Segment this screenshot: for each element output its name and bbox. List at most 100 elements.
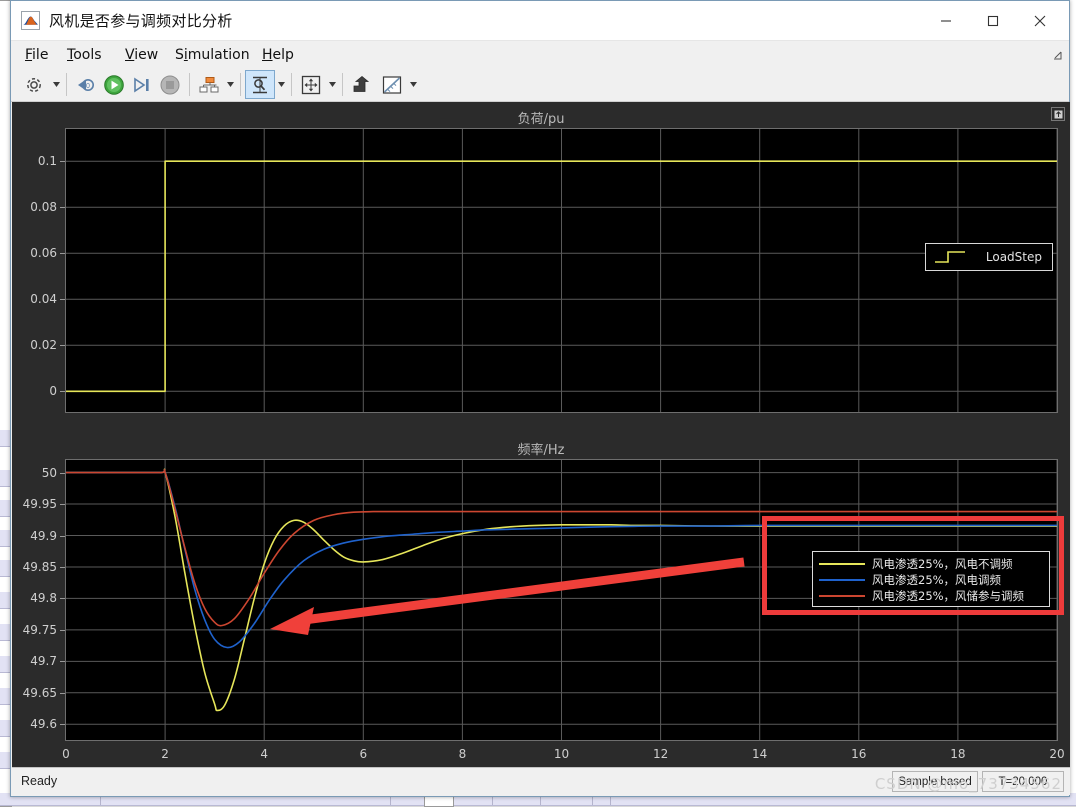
y-tick-mark xyxy=(60,253,65,255)
menu-item-view[interactable]: View xyxy=(119,45,164,65)
matlab-scope-icon xyxy=(21,11,40,30)
menu-bar: File Tools View Simulation Help xyxy=(11,41,1069,67)
x-tick-label: 18 xyxy=(950,747,966,761)
svg-text:0: 0 xyxy=(86,83,90,90)
measurement-ruler-icon[interactable] xyxy=(378,71,406,98)
title-bar: 风机是否参与调频对比分析 xyxy=(11,1,1069,41)
y-tick-label: 0.08 xyxy=(30,200,57,215)
toolbar-separator xyxy=(189,73,190,96)
x-tick-label: 12 xyxy=(652,747,669,761)
background-row xyxy=(0,752,10,769)
maximize-button[interactable] xyxy=(970,1,1016,41)
x-tick-label: 8 xyxy=(458,747,467,761)
y-tick-mark xyxy=(60,598,65,600)
minimize-button[interactable] xyxy=(923,1,969,41)
menu-item-tools-label: ools xyxy=(73,47,102,63)
y-tick-label: 49.75 xyxy=(22,622,57,637)
x-tick-label: 14 xyxy=(752,747,768,761)
x-tick-label: 16 xyxy=(851,747,867,761)
y-tick-label: 0.1 xyxy=(37,154,57,169)
y-tick-mark xyxy=(60,629,65,631)
toolbar: 0 xyxy=(11,67,1069,102)
menu-item-file[interactable]: File xyxy=(19,45,54,65)
step-forward-icon[interactable] xyxy=(128,71,156,98)
fit-to-view-icon[interactable] xyxy=(297,71,325,98)
zoom-in-icon[interactable] xyxy=(245,70,275,99)
y-tick-label: 49.95 xyxy=(22,497,57,512)
status-bar: Ready Sample based T=20.000 CSDN @mo_737… xyxy=(12,767,1070,795)
y-tick-label: 49.6 xyxy=(30,717,57,732)
y-tick-label: 49.8 xyxy=(30,591,57,606)
y-tick-mark xyxy=(60,161,65,163)
menu-item-tools[interactable]: Tools xyxy=(61,45,108,65)
y-tick-mark xyxy=(60,472,65,474)
loadstep-line-swatch xyxy=(935,251,965,263)
y-tick-label: 49.7 xyxy=(30,654,57,669)
menu-item-file-label: ile xyxy=(32,47,49,63)
background-row xyxy=(0,530,10,547)
y-tick-mark xyxy=(60,207,65,209)
y-tick-mark xyxy=(60,391,65,393)
y-tick-mark xyxy=(60,504,65,506)
play-icon[interactable] xyxy=(100,71,128,98)
stop-icon[interactable] xyxy=(156,71,184,98)
gear-dropdown-caret[interactable] xyxy=(50,71,62,98)
x-tick-label: 2 xyxy=(161,747,169,761)
toolbar-separator xyxy=(66,73,67,96)
background-row xyxy=(0,624,10,641)
menu-item-simulation[interactable]: Simulation xyxy=(169,45,256,65)
x-tick-label: 4 xyxy=(260,747,269,761)
status-sample-mode: Sample based xyxy=(892,771,978,792)
x-tick-label: 10 xyxy=(553,747,570,761)
background-row xyxy=(0,430,10,447)
load-plot-legend: LoadStep xyxy=(925,243,1053,271)
background-row xyxy=(0,560,10,577)
menu-item-view-label: iew xyxy=(134,47,159,63)
background-row xyxy=(0,500,10,517)
background-row xyxy=(0,592,10,609)
background-row xyxy=(0,720,10,737)
toolbar-separator xyxy=(291,73,292,96)
red-arrow-annotation xyxy=(270,557,745,635)
load-plot-axes xyxy=(65,128,1058,413)
window-title: 风机是否参与调频对比分析 xyxy=(49,12,233,30)
lower-plot-title: 频率/Hz xyxy=(517,443,565,458)
expand-menubar-icon[interactable] xyxy=(1051,49,1063,61)
block-layout-dropdown-caret[interactable] xyxy=(224,71,236,98)
y-tick-mark xyxy=(60,566,65,568)
y-tick-label: 0.04 xyxy=(30,292,57,307)
export-up-icon[interactable] xyxy=(348,71,376,98)
measurement-dropdown-caret[interactable] xyxy=(407,71,419,98)
y-tick-mark xyxy=(60,299,65,301)
y-tick-mark xyxy=(60,661,65,663)
toolbar-separator xyxy=(342,73,343,96)
upper-plot-title: 负荷/pu xyxy=(517,112,565,127)
zoom-dropdown-caret[interactable] xyxy=(275,71,287,98)
scope-window: 风机是否参与调频对比分析 File Tools View Simulation … xyxy=(10,0,1070,797)
block-layout-icon[interactable] xyxy=(195,71,223,98)
y-tick-mark xyxy=(60,345,65,347)
red-highlight-rectangle xyxy=(762,516,1064,615)
status-ready-text: Ready xyxy=(21,774,58,788)
background-row xyxy=(0,688,10,705)
scope-plot-area: 负荷/pu 0 0.02 0.04 0.06 0.08 0.1 LoadStep 频率/H… xyxy=(12,102,1070,768)
status-simulation-time: T=20.000 xyxy=(982,771,1064,792)
y-tick-label: 0.06 xyxy=(30,246,57,261)
y-tick-mark xyxy=(60,692,65,694)
close-button[interactable] xyxy=(1017,1,1063,41)
y-tick-label: 49.65 xyxy=(22,685,57,700)
menu-item-simulation-label: mulation xyxy=(187,47,250,63)
y-tick-label: 49.9 xyxy=(30,528,57,543)
x-tick-label: 6 xyxy=(359,747,368,761)
loadstep-legend-label: LoadStep xyxy=(985,250,1042,264)
fit-to-view-dropdown-caret[interactable] xyxy=(326,71,338,98)
rewind-icon[interactable]: 0 xyxy=(72,71,100,98)
y-tick-label: 0.02 xyxy=(30,338,57,353)
background-row xyxy=(0,656,10,673)
menu-item-help[interactable]: Help xyxy=(256,45,300,65)
menu-item-help-label: elp xyxy=(272,47,294,63)
y-tick-label: 49.85 xyxy=(22,559,57,574)
load-plot-canvas xyxy=(66,129,1057,412)
x-tick-label: 20 xyxy=(1049,747,1065,761)
gear-icon[interactable] xyxy=(19,71,49,98)
